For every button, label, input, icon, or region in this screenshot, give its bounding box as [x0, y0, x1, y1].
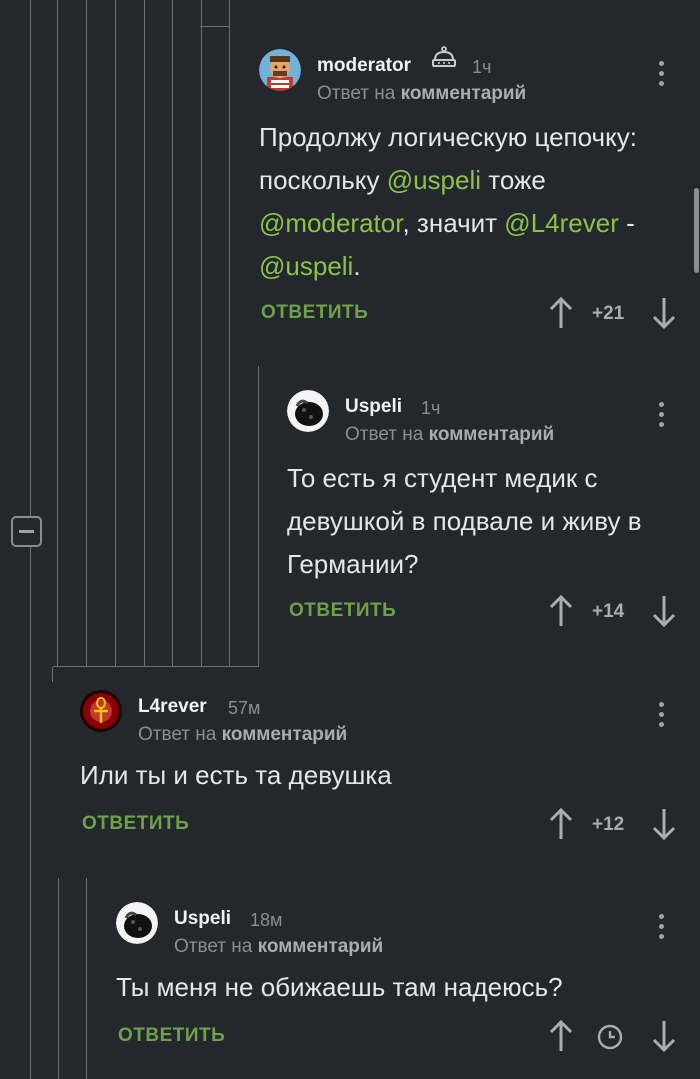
comment-time: 57м — [228, 698, 261, 718]
username[interactable]: L4rever — [138, 696, 207, 718]
comment-text: То есть я студент медик с девушкой в под… — [287, 463, 642, 579]
downvote-arrow-icon[interactable] — [649, 296, 679, 330]
comment-l4rever: L4rever 57м Ответ на комментарий Или ты … — [80, 690, 679, 850]
avatar[interactable] — [116, 902, 158, 944]
avatar[interactable] — [287, 390, 329, 432]
more-menu-icon[interactable] — [655, 402, 667, 430]
upvote-arrow-icon[interactable] — [546, 807, 576, 841]
reply-to-line: Ответ на комментарий — [317, 83, 527, 104]
moderator-icon — [430, 45, 458, 71]
reply-button[interactable]: ОТВЕТИТЬ — [118, 1025, 225, 1047]
reply-to-line: Ответ на комментарий — [138, 724, 348, 745]
comment-text: Ты меня не обижаешь там надеюсь? — [116, 972, 563, 1002]
reply-button[interactable]: ОТВЕТИТЬ — [289, 600, 396, 622]
more-menu-icon[interactable] — [655, 702, 667, 730]
username[interactable]: Uspeli — [174, 908, 231, 930]
reply-button[interactable]: ОТВЕТИТЬ — [82, 813, 189, 835]
score: +12 — [592, 814, 625, 835]
mention-link[interactable]: @moderator — [259, 208, 402, 238]
comment-time: 18м — [250, 910, 283, 930]
comment-uspeli-2: Uspeli 18м Ответ на комментарий Ты меня … — [116, 902, 679, 1062]
reply-to-link[interactable]: комментарий — [429, 424, 555, 445]
downvote-arrow-icon[interactable] — [649, 807, 679, 841]
scrollbar[interactable] — [694, 188, 699, 273]
comment-time: 1ч — [421, 398, 441, 418]
comment-actions: ОТВЕТИТЬ +21 — [261, 294, 681, 334]
reply-to-link[interactable]: комментарий — [258, 936, 384, 957]
reply-to-link[interactable]: комментарий — [401, 83, 527, 104]
comment-uspeli: Uspeli 1ч Ответ на комментарий То есть я… — [287, 390, 679, 640]
more-menu-icon[interactable] — [655, 914, 667, 942]
comment-text: Или ты и есть та девушка — [80, 760, 392, 790]
score: +14 — [592, 601, 625, 622]
mention-link[interactable]: @uspeli — [387, 165, 481, 195]
comment-text: Продолжу логическую цепочку: поскольку @… — [259, 122, 637, 281]
username[interactable]: moderator — [317, 55, 411, 77]
avatar[interactable] — [259, 49, 301, 91]
collapse-thread-button[interactable] — [11, 516, 42, 547]
score: +21 — [592, 303, 625, 324]
more-menu-icon[interactable] — [655, 61, 667, 89]
comment-actions: ОТВЕТИТЬ +14 — [289, 592, 681, 632]
comment-actions: ОТВЕТИТЬ — [118, 1017, 681, 1057]
mention-link[interactable]: @L4rever — [504, 208, 619, 238]
reply-to-link[interactable]: комментарий — [222, 724, 348, 745]
mention-link[interactable]: @uspeli — [259, 251, 353, 281]
clock-icon — [596, 1023, 624, 1051]
downvote-arrow-icon[interactable] — [649, 594, 679, 628]
upvote-arrow-icon[interactable] — [546, 1019, 576, 1053]
reply-to-line: Ответ на комментарий — [345, 424, 555, 445]
upvote-arrow-icon[interactable] — [546, 594, 576, 628]
reply-button[interactable]: ОТВЕТИТЬ — [261, 302, 368, 324]
downvote-arrow-icon[interactable] — [649, 1019, 679, 1053]
upvote-arrow-icon[interactable] — [546, 296, 576, 330]
avatar[interactable] — [80, 690, 122, 732]
comment-time: 1ч — [472, 57, 492, 77]
comment-actions: ОТВЕТИТЬ +12 — [82, 805, 681, 845]
comment-moderator: moderator 1ч Ответ на комментарий Продол… — [259, 46, 681, 339]
reply-to-line: Ответ на комментарий — [174, 936, 384, 957]
username[interactable]: Uspeli — [345, 396, 402, 418]
